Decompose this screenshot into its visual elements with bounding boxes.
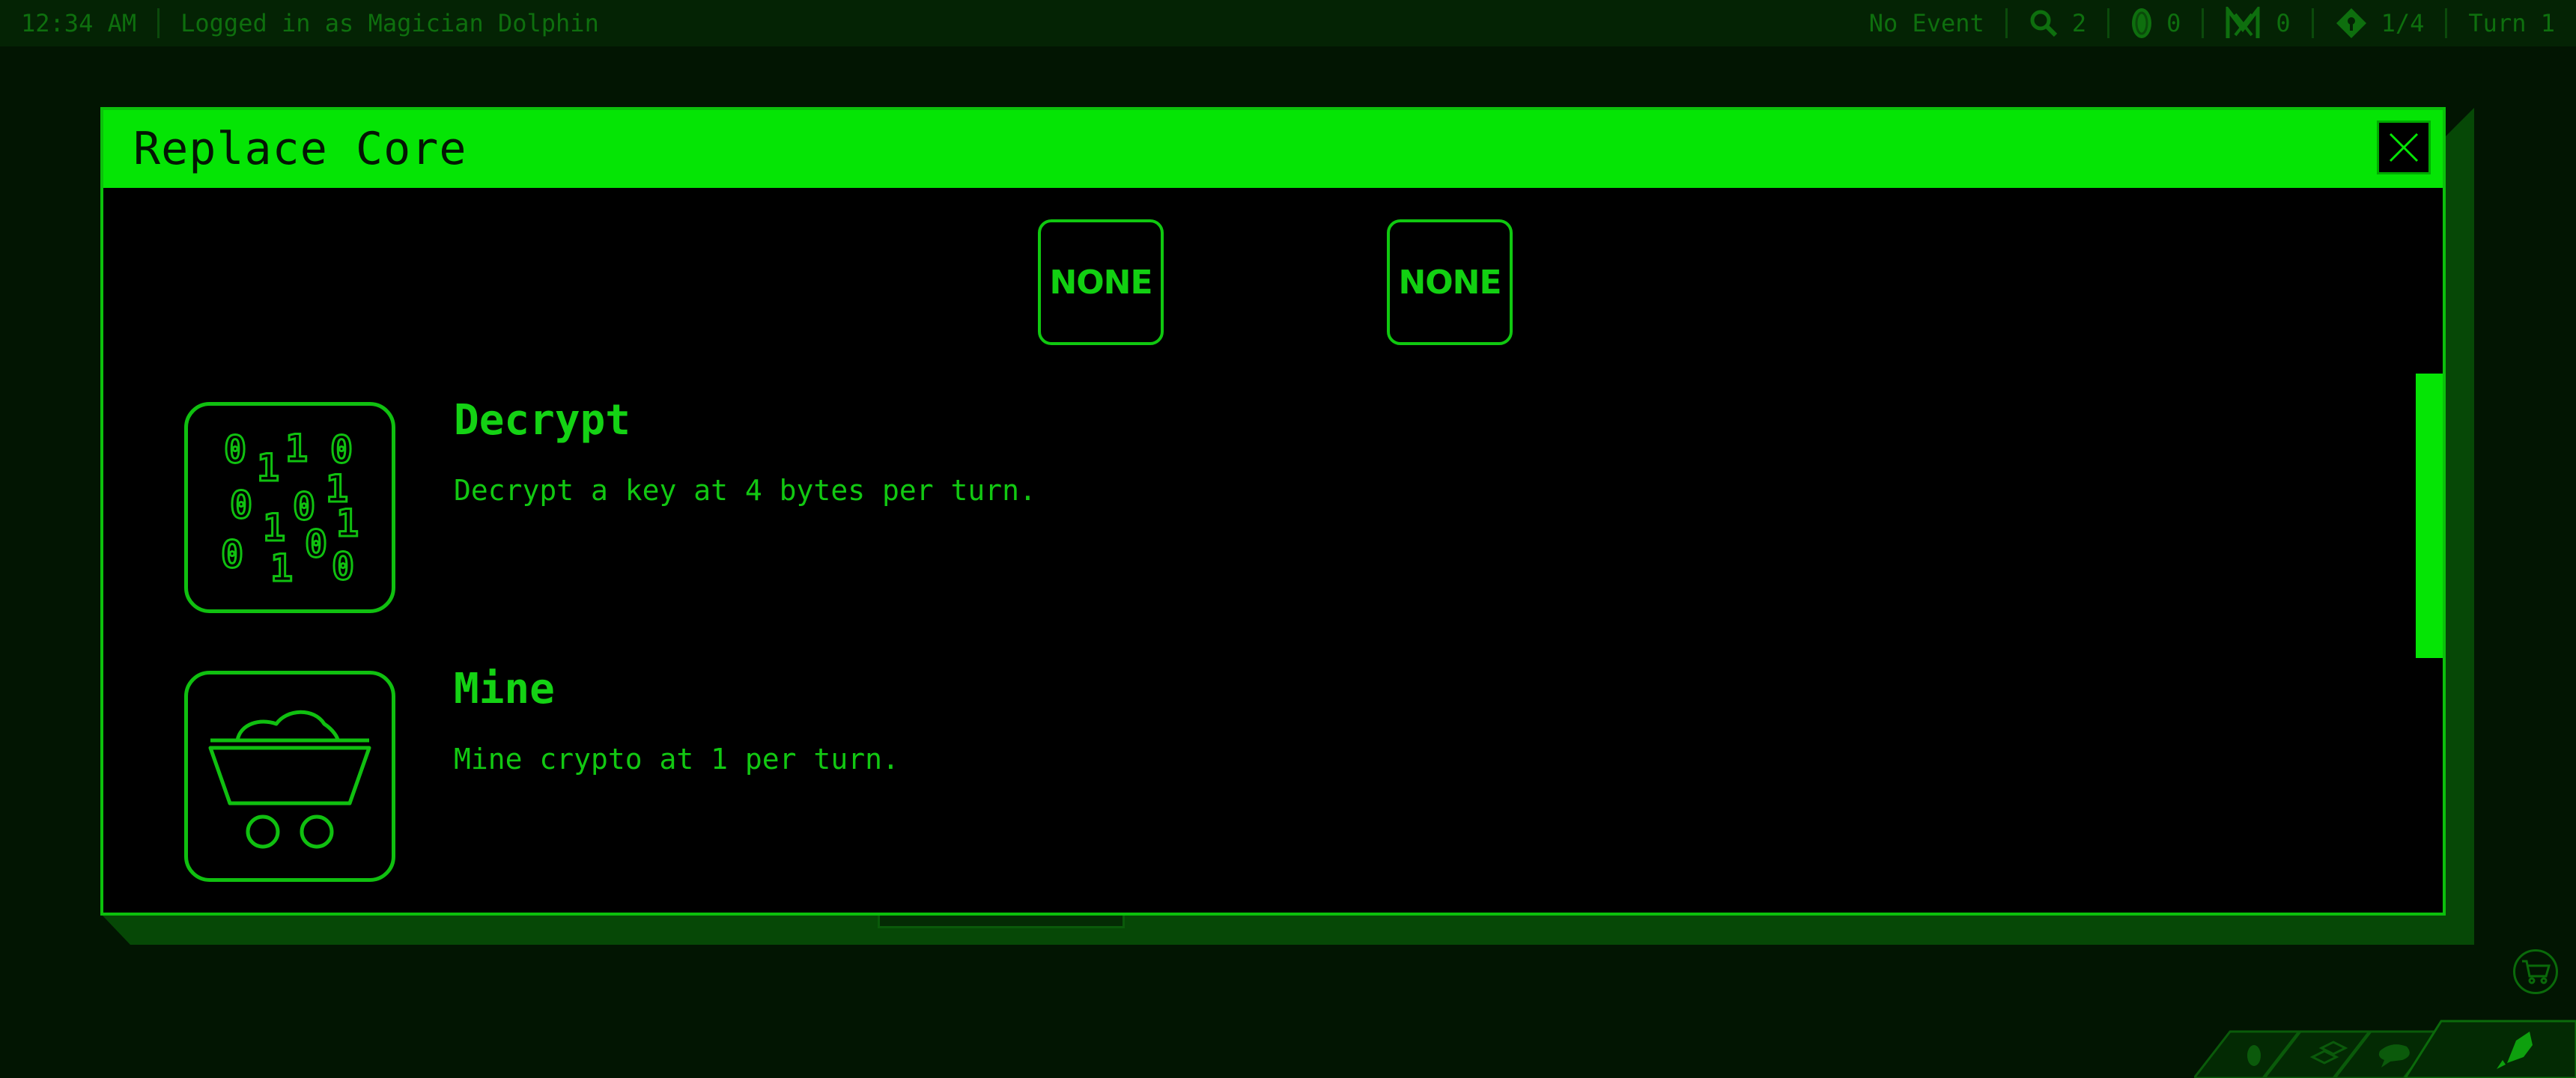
turn-indicator: Turn 1 [2447,8,2576,38]
shop-cart-button[interactable] [2513,949,2558,994]
svg-text:1: 1 [336,502,359,545]
top-status-bar: 12:34 AM Logged in as Magician Dolphin N… [0,0,2576,46]
modal-shadow-corner [2444,108,2474,138]
turn-text: Turn 1 [2468,9,2555,37]
modal-shadow-corner [100,913,130,945]
search-icon [2030,10,2057,37]
svg-text:1: 1 [257,446,279,490]
core-option-mine[interactable]: Mine Mine crypto at 1 per turn. [184,665,2356,888]
core-name: Mine [454,665,555,713]
mine-cart-icon [184,671,395,882]
dock-tab-launch[interactable] [2404,1020,2576,1078]
core-slot-1[interactable]: NONE [1038,219,1164,345]
core-option-decrypt[interactable]: 0 1 1 0 0 0 1 1 1 0 0 1 0 Decrypt Decryp… [184,396,2356,619]
svg-text:0: 0 [230,484,252,527]
coin-icon [2132,8,2152,38]
close-icon [2389,133,2419,162]
core-slot-2[interactable]: NONE [1387,219,1513,345]
replace-core-dialog: Replace Core NONE NONE 0 1 1 0 0 0 1 1 1… [100,107,2446,916]
login-status: Logged in as Magician Dolphin [160,8,620,38]
keys-count: 1/4 [2381,9,2425,37]
dialog-title: Replace Core [133,123,467,175]
keys-counter[interactable]: 1/4 [2314,8,2446,38]
core-description: Mine crypto at 1 per turn. [454,743,899,776]
coin-counter[interactable]: 0 [2109,8,2202,38]
search-count: 2 [2071,9,2087,37]
bottom-dock [2194,1011,2576,1078]
event-text: No Event [1868,9,1984,37]
svg-text:0: 0 [305,523,327,566]
dialog-header: Replace Core [103,110,2443,188]
core-description: Decrypt a key at 4 bytes per turn. [454,474,1036,507]
scrollbar-thumb[interactable] [2416,374,2443,658]
close-button[interactable] [2377,121,2431,174]
svg-text:0: 0 [332,545,354,588]
shopping-cart-icon [2522,960,2551,984]
svg-text:0: 0 [224,428,246,472]
core-name: Decrypt [454,396,631,445]
svg-text:1: 1 [285,427,308,470]
event-status[interactable]: No Event [1848,8,2005,38]
search-counter[interactable]: 2 [2008,8,2107,38]
login-text: Logged in as Magician Dolphin [180,9,599,37]
svg-text:1: 1 [270,546,293,590]
coin-count: 0 [2166,9,2181,37]
svg-text:0: 0 [330,428,353,472]
binary-digits-icon: 0 1 1 0 0 0 1 1 1 0 0 1 0 [184,402,395,613]
svg-text:0: 0 [221,533,243,576]
clock-text: 12:34 AM [21,9,137,37]
key-diamond-icon [2336,8,2366,38]
clock: 12:34 AM [0,8,157,38]
network-icon [2226,7,2260,38]
svg-text:1: 1 [263,506,285,549]
network-counter[interactable]: 0 [2204,7,2311,38]
network-count: 0 [2276,9,2291,37]
